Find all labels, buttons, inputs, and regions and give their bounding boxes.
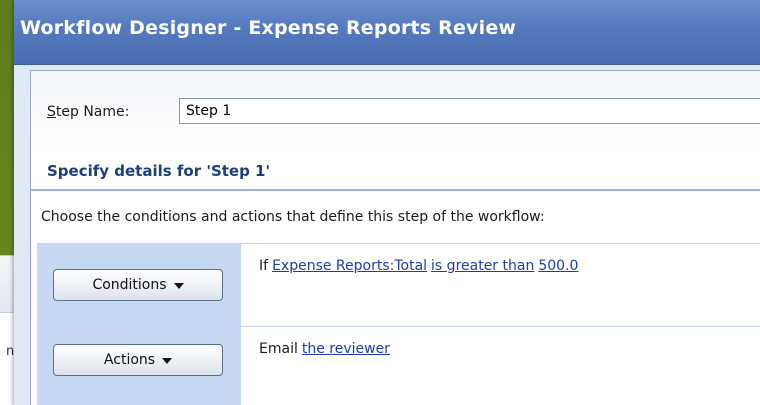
step-name-label: Step Name: [47, 104, 129, 120]
condition-field-link[interactable]: Expense Reports:Total [272, 258, 427, 274]
step-name-input[interactable] [179, 98, 760, 124]
condition-operator-link[interactable]: is greater than [431, 258, 534, 274]
rules-content-column: If Expense Reports:Total is greater than 50… [241, 244, 760, 405]
step-name-accesskey: S [47, 104, 56, 120]
rules-button-column: Conditions Actions [37, 244, 241, 405]
title-bar[interactable]: Workflow Designer - Expense Reports Revi… [14, 0, 760, 65]
condition-prefix: If [259, 258, 269, 274]
workflow-designer-window: Workflow Designer - Expense Reports Revi… [14, 0, 760, 405]
condition-value-link[interactable]: 500.0 [538, 258, 578, 274]
conditions-button[interactable]: Conditions [53, 269, 223, 301]
action-rule: Email the reviewer [259, 341, 390, 357]
caret-down-icon [173, 282, 184, 289]
conditions-button-label: Conditions [92, 277, 167, 293]
step-name-row: Step Name: [31, 71, 760, 151]
section-header: Specify details for 'Step 1' [31, 151, 760, 191]
row-divider [241, 326, 760, 327]
action-prefix: Email [259, 341, 298, 357]
action-recipient-link[interactable]: the reviewer [302, 341, 390, 357]
instructions-text: Choose the conditions and actions that d… [41, 209, 545, 225]
rules-panel: Conditions Actions If Expense Reports:Tot… [37, 243, 760, 405]
caret-down-icon [162, 357, 173, 364]
condition-rule: If Expense Reports:Total is greater than 50… [259, 258, 578, 274]
section-title: Specify details for 'Step 1' [47, 162, 271, 180]
step-name-label-text: tep Name: [55, 104, 130, 120]
actions-button-label: Actions [103, 352, 156, 368]
window-title: Workflow Designer - Expense Reports Revi… [20, 17, 517, 39]
background-window-text: n [6, 344, 15, 359]
designer-client-area: Step Name: Specify details for 'Step 1' … [30, 70, 760, 405]
actions-button[interactable]: Actions [53, 344, 223, 376]
